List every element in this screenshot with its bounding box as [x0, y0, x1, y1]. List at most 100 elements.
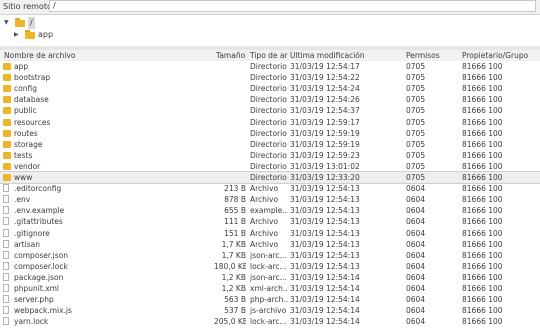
file-row[interactable]: .gitattributes 111 B Archivo 31/03/19 12:54… [0, 216, 540, 227]
file-icon [3, 228, 9, 237]
file-icon [3, 272, 9, 281]
folder-icon [3, 96, 11, 104]
file-owner: 81666 100 [462, 206, 503, 216]
file-icon [3, 306, 9, 315]
file-modified: 31/03/19 12:54:13 [290, 250, 360, 260]
file-modified: 31/03/19 12:59:23 [290, 150, 360, 160]
file-row[interactable]: vendor Directorio 31/03/19 13:01:02 0705 816… [0, 161, 540, 172]
file-row[interactable]: composer.json 1,7 KB json-arc... 31/03/19 1… [0, 250, 540, 261]
file-owner: 81666 100 [462, 95, 503, 105]
tree-item-app[interactable]: ▶ app [14, 29, 53, 41]
file-permissions: 0604 [406, 317, 426, 327]
file-permissions: 0705 [406, 62, 426, 71]
file-icon [3, 317, 9, 326]
file-modified: 31/03/19 12:54:17 [290, 62, 360, 71]
file-size: 151 B [224, 228, 246, 238]
remote-path-input[interactable]: / [49, 0, 536, 12]
file-permissions: 0705 [406, 84, 426, 94]
file-row[interactable]: webpack.mix.js 537 B js-archivo 31/03/19 12… [0, 305, 540, 316]
file-row[interactable]: routes Directorio 31/03/19 12:59:19 0705 816… [0, 128, 540, 139]
file-row[interactable]: www Directorio 31/03/19 12:33:20 0705 81666 … [0, 170, 540, 185]
file-modified: 31/03/19 12:54:24 [290, 84, 360, 94]
column-header-modified[interactable]: Última modificación [290, 51, 400, 60]
file-permissions: 0604 [406, 228, 426, 238]
file-type: Directorio [250, 128, 287, 138]
file-name: composer.lock [14, 261, 68, 271]
file-permissions: 0604 [406, 184, 426, 194]
column-header-size[interactable]: Tamaño de [216, 51, 248, 60]
file-permissions: 0705 [406, 106, 426, 116]
file-type: php-arch... [250, 295, 288, 305]
file-permissions: 0604 [406, 250, 426, 260]
file-owner: 81666 100 [462, 306, 503, 316]
file-row[interactable]: bootstrap Directorio 31/03/19 12:54:22 0705… [0, 72, 540, 83]
file-permissions: 0705 [406, 73, 426, 83]
file-row[interactable]: storage Directorio 31/03/19 12:59:19 0705 81… [0, 139, 540, 150]
file-row[interactable]: config Directorio 31/03/19 12:54:24 0705 816… [0, 83, 540, 94]
file-row[interactable]: .editorconfig 213 B Archivo 31/03/19 12:54:… [0, 183, 540, 194]
file-type: js-archivo [250, 306, 287, 316]
file-modified: 31/03/19 12:54:13 [290, 195, 360, 205]
file-permissions: 0604 [406, 217, 426, 227]
column-header-type[interactable]: Tipo de arc [250, 51, 288, 60]
file-modified: 31/03/19 12:54:13 [290, 217, 360, 227]
file-permissions: 0604 [406, 195, 426, 205]
file-name: composer.json [14, 250, 69, 260]
file-type: Directorio [250, 62, 287, 71]
tree-item-root[interactable]: ▼ / [4, 17, 35, 29]
file-name: server.php [14, 295, 54, 305]
file-row[interactable]: yarn.lock 205,0 KB lock-arc... 31/03/19 12:… [0, 316, 540, 327]
file-owner: 81666 100 [462, 217, 503, 227]
file-row[interactable]: .env 878 B Archivo 31/03/19 12:54:13 0604 816… [0, 194, 540, 205]
file-permissions: 0705 [406, 95, 426, 105]
file-owner: 81666 100 [462, 261, 503, 271]
file-row[interactable]: public Directorio 31/03/19 12:54:37 0705 816… [0, 105, 540, 116]
file-icon [3, 239, 9, 248]
file-permissions: 0705 [406, 117, 426, 127]
file-size: 563 B [224, 295, 246, 305]
file-permissions: 0604 [406, 306, 426, 316]
collapsed-triangle-icon[interactable]: ▶ [14, 29, 22, 41]
file-type: Archivo [250, 184, 279, 194]
file-name: .env [14, 195, 31, 205]
file-row[interactable]: artisan 1,7 KB Archivo 31/03/19 12:54:13 060… [0, 239, 540, 250]
file-row[interactable]: server.php 563 B php-arch... 31/03/19 12:54… [0, 294, 540, 305]
file-type: Directorio [250, 139, 287, 149]
file-name: bootstrap [14, 73, 51, 83]
file-modified: 31/03/19 12:59:17 [290, 117, 360, 127]
file-owner: 81666 100 [462, 128, 503, 138]
file-name: .gitattributes [14, 217, 63, 227]
file-modified: 31/03/19 12:59:19 [290, 128, 360, 138]
file-row[interactable]: database Directorio 31/03/19 12:54:26 0705 8… [0, 94, 540, 105]
file-modified: 31/03/19 13:01:02 [290, 161, 360, 171]
column-header-permissions[interactable]: Permisos [406, 51, 456, 60]
file-owner: 81666 100 [462, 184, 503, 194]
file-size: 205,0 KB [214, 317, 246, 327]
file-type: Directorio [250, 161, 287, 171]
file-type: Directorio [250, 95, 287, 105]
file-owner: 81666 100 [462, 173, 503, 182]
file-size: 537 B [224, 306, 246, 316]
expanded-triangle-icon[interactable]: ▼ [4, 17, 12, 29]
file-row[interactable]: .gitignore 151 B Archivo 31/03/19 12:54:13 0… [0, 228, 540, 239]
file-permissions: 0604 [406, 239, 426, 249]
file-name: yarn.lock [14, 317, 49, 327]
file-name: app [14, 62, 29, 71]
file-name: vendor [14, 161, 41, 171]
file-name: www [14, 173, 33, 182]
file-row[interactable]: composer.lock 180,0 KB lock-arc... 31/03/19… [0, 261, 540, 272]
file-size: 878 B [224, 195, 246, 205]
file-owner: 81666 100 [462, 150, 503, 160]
file-row[interactable]: phpunit.xml 1,2 KB xml-arch... 31/03/19 12:… [0, 283, 540, 294]
column-header-owner[interactable]: Propietario/Grupo [462, 51, 540, 60]
file-name: resources [14, 117, 51, 127]
file-row[interactable]: resources Directorio 31/03/19 12:59:17 0705… [0, 117, 540, 128]
file-row[interactable]: package.json 1,2 KB json-arc... 31/03/19 12… [0, 272, 540, 283]
file-row[interactable]: app Directorio 31/03/19 12:54:17 0705 81666 … [0, 61, 540, 72]
file-permissions: 0604 [406, 295, 426, 305]
file-icon [3, 250, 9, 259]
file-row[interactable]: tests Directorio 31/03/19 12:59:23 0705 8166… [0, 150, 540, 161]
file-modified: 31/03/19 12:54:14 [290, 306, 360, 316]
column-header-name[interactable]: Nombre de archivo [4, 51, 214, 60]
file-row[interactable]: .env.example 655 B example... 31/03/19 12:5… [0, 205, 540, 216]
